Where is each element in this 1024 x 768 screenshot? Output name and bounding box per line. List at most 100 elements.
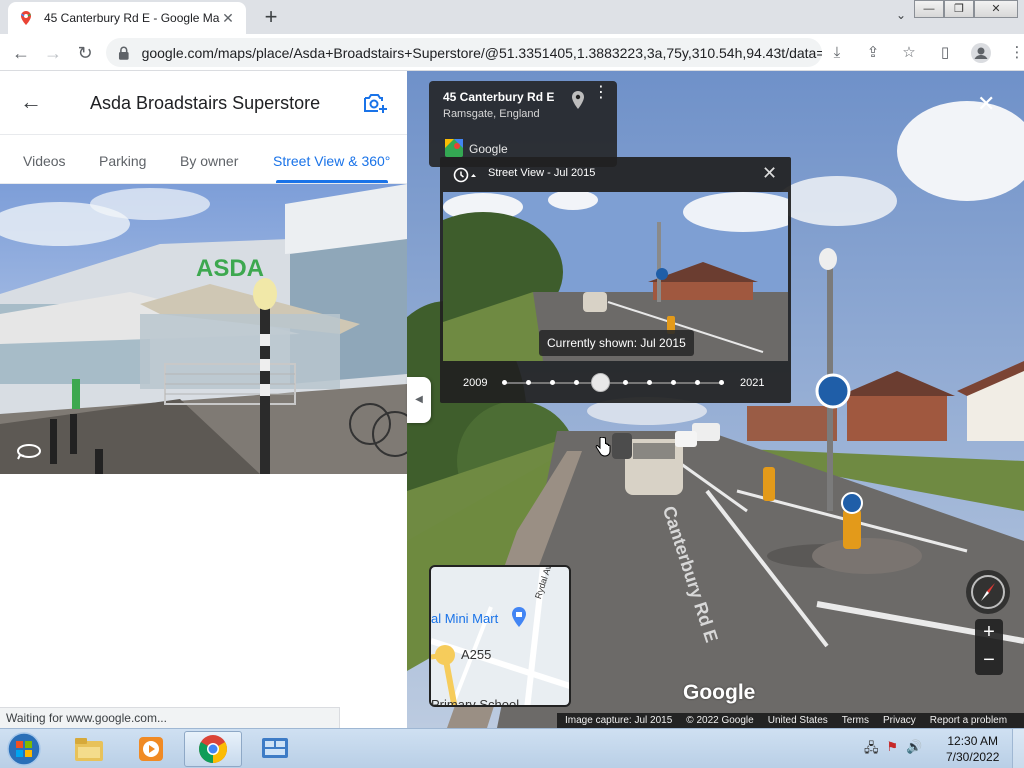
timeline-dot[interactable]: [622, 380, 628, 385]
network-icon[interactable]: 🖧: [864, 739, 879, 761]
mini-map-store-label: al Mini Mart: [431, 611, 499, 626]
rotate-360-icon[interactable]: [16, 440, 42, 462]
timeline-track: [504, 382, 724, 384]
volume-icon[interactable]: 🔊: [906, 739, 922, 761]
windows-taskbar: 🖧 ⚑ 🔊 12:30 AM 7/30/2022: [0, 728, 1024, 768]
control-panel-icon: [262, 738, 288, 758]
google-wordmark: Google: [683, 681, 756, 704]
tab-bar: 45 Canterbury Rd E - Google Maps ✕ + ⌄ —…: [0, 0, 1024, 34]
active-tab-indicator: [276, 180, 388, 183]
tab-search-icon[interactable]: ⌄: [896, 8, 906, 22]
install-icon[interactable]: ⤓: [822, 40, 852, 66]
clock-time: 12:30 AM: [947, 734, 999, 748]
location-city: Ramsgate, England: [443, 108, 540, 120]
mini-map[interactable]: al Mini Mart A255 Primary School Rydal A…: [429, 565, 571, 707]
zoom-out-button[interactable]: −: [975, 647, 1003, 675]
close-street-view-icon[interactable]: ✕: [977, 91, 995, 117]
maximize-button[interactable]: ❐: [944, 0, 974, 18]
timeline-start-year: 2009: [463, 377, 488, 389]
profile-avatar-icon[interactable]: [966, 40, 996, 66]
timeline-dot[interactable]: [526, 380, 532, 385]
chrome-icon: [199, 735, 227, 763]
location-info-card: 45 Canterbury Rd E Ramsgate, England ⋮ G…: [429, 81, 617, 167]
mini-map-road-label: A255: [461, 647, 492, 662]
timeline-title: Street View - Jul 2015: [488, 167, 596, 179]
timeline-end-year: 2021: [740, 377, 765, 389]
taskbar-media-player[interactable]: [122, 731, 180, 767]
store-photo-illustration: ASDA: [0, 184, 407, 474]
privacy-link[interactable]: Privacy: [883, 715, 916, 726]
mini-map-roads: [431, 567, 569, 705]
zoom-controls: + −: [975, 619, 1003, 675]
tab-street-view[interactable]: Street View & 360°: [273, 153, 390, 169]
time-travel-panel: Street View - Jul 2015 ✕ Currently shown…: [440, 157, 791, 403]
tab-by-owner[interactable]: By owner: [180, 153, 238, 169]
new-tab-button[interactable]: +: [258, 4, 284, 30]
side-panel-icon[interactable]: ▯: [930, 40, 960, 66]
location-address: 45 Canterbury Rd E: [443, 90, 555, 104]
timeline-close-icon[interactable]: ✕: [762, 163, 777, 184]
menu-kebab-icon[interactable]: ⋮: [1002, 40, 1024, 66]
collapse-panel-button[interactable]: ◀: [407, 377, 431, 423]
folder-icon: [75, 738, 103, 761]
address-bar[interactable]: google.com/maps/place/Asda+Broadstairs+S…: [106, 38, 822, 67]
store-street-view-photo[interactable]: ASDA: [0, 184, 407, 474]
terms-link[interactable]: Terms: [842, 715, 869, 726]
bookmark-star-icon[interactable]: ☆: [894, 40, 924, 66]
google-maps-logo-icon: [445, 139, 463, 157]
map-pin-icon[interactable]: [571, 91, 585, 109]
action-center-icon[interactable]: ⚑: [887, 739, 899, 761]
timeline-dot[interactable]: [574, 380, 580, 385]
browser-toolbar: ← → ↻ google.com/maps/place/Asda+Broadst…: [0, 34, 1024, 71]
lock-icon: [118, 46, 129, 60]
system-tray: 🖧 ⚑ 🔊: [864, 739, 922, 761]
toolbar-icons: ⤓ ⇪ ☆ ▯ ⋮: [822, 40, 1024, 66]
report-problem-link[interactable]: Report a problem: [930, 715, 1007, 726]
minimize-button[interactable]: —: [914, 0, 944, 18]
timeline-dot[interactable]: [646, 380, 652, 385]
timeline-dot[interactable]: [670, 380, 676, 385]
add-photo-icon[interactable]: [362, 91, 388, 115]
street-view-viewport[interactable]: Canterbury Rd E 45 Canterbury Rd E Ramsg…: [407, 71, 1024, 728]
tab-close-icon[interactable]: ✕: [220, 10, 236, 27]
timeline-slider-thumb[interactable]: [591, 373, 611, 392]
forward-icon[interactable]: →: [40, 40, 66, 66]
taskbar-chrome[interactable]: [184, 731, 242, 767]
back-icon[interactable]: ←: [8, 40, 34, 66]
browser-tab[interactable]: 45 Canterbury Rd E - Google Maps ✕: [8, 2, 246, 34]
window-controls: — ❐ ✕: [914, 0, 1018, 18]
share-icon[interactable]: ⇪: [858, 40, 888, 66]
tab-parking[interactable]: Parking: [99, 153, 146, 169]
panel-tabs: Videos Parking By owner Street View & 36…: [0, 135, 407, 184]
start-button-icon[interactable]: [4, 731, 44, 767]
tab-videos[interactable]: Videos: [23, 153, 66, 169]
more-options-icon[interactable]: ⋮: [593, 85, 609, 101]
show-desktop-button[interactable]: [1012, 729, 1024, 768]
shop-pin-icon: [512, 607, 526, 627]
history-clock-icon[interactable]: [452, 166, 476, 184]
taskbar-explorer[interactable]: [60, 731, 118, 767]
taskbar-clock[interactable]: 12:30 AM 7/30/2022: [946, 733, 999, 765]
taskbar-control-panel[interactable]: [246, 731, 304, 767]
timeline-preview-image[interactable]: Currently shown: Jul 2015: [443, 192, 788, 361]
mini-map-school-label: Primary School: [431, 697, 520, 707]
timeline-dot[interactable]: [719, 380, 724, 385]
timeline-dot[interactable]: [550, 380, 556, 385]
panel-header: ← Asda Broadstairs Superstore: [0, 71, 407, 135]
region-link[interactable]: United States: [768, 715, 828, 726]
copyright-text: © 2022 Google: [686, 715, 754, 726]
map-footer: Image capture: Jul 2015 © 2022 Google Un…: [557, 713, 1024, 728]
currently-shown-tooltip: Currently shown: Jul 2015: [539, 330, 694, 356]
place-title: Asda Broadstairs Superstore: [90, 93, 321, 113]
reload-icon[interactable]: ↻: [72, 40, 98, 66]
timeline-dot[interactable]: [502, 380, 507, 385]
zoom-in-button[interactable]: +: [975, 619, 1003, 647]
image-capture-date: Image capture: Jul 2015: [565, 715, 673, 726]
window-close-button[interactable]: ✕: [974, 0, 1018, 18]
compass-icon[interactable]: [965, 569, 1011, 615]
loading-status-bar: Waiting for www.google.com...: [0, 707, 340, 728]
panel-back-icon[interactable]: ←: [20, 89, 42, 115]
place-panel: ← Asda Broadstairs Superstore Videos Par…: [0, 71, 407, 728]
tab-title: 45 Canterbury Rd E - Google Maps: [44, 11, 220, 25]
timeline-dot[interactable]: [694, 380, 700, 385]
